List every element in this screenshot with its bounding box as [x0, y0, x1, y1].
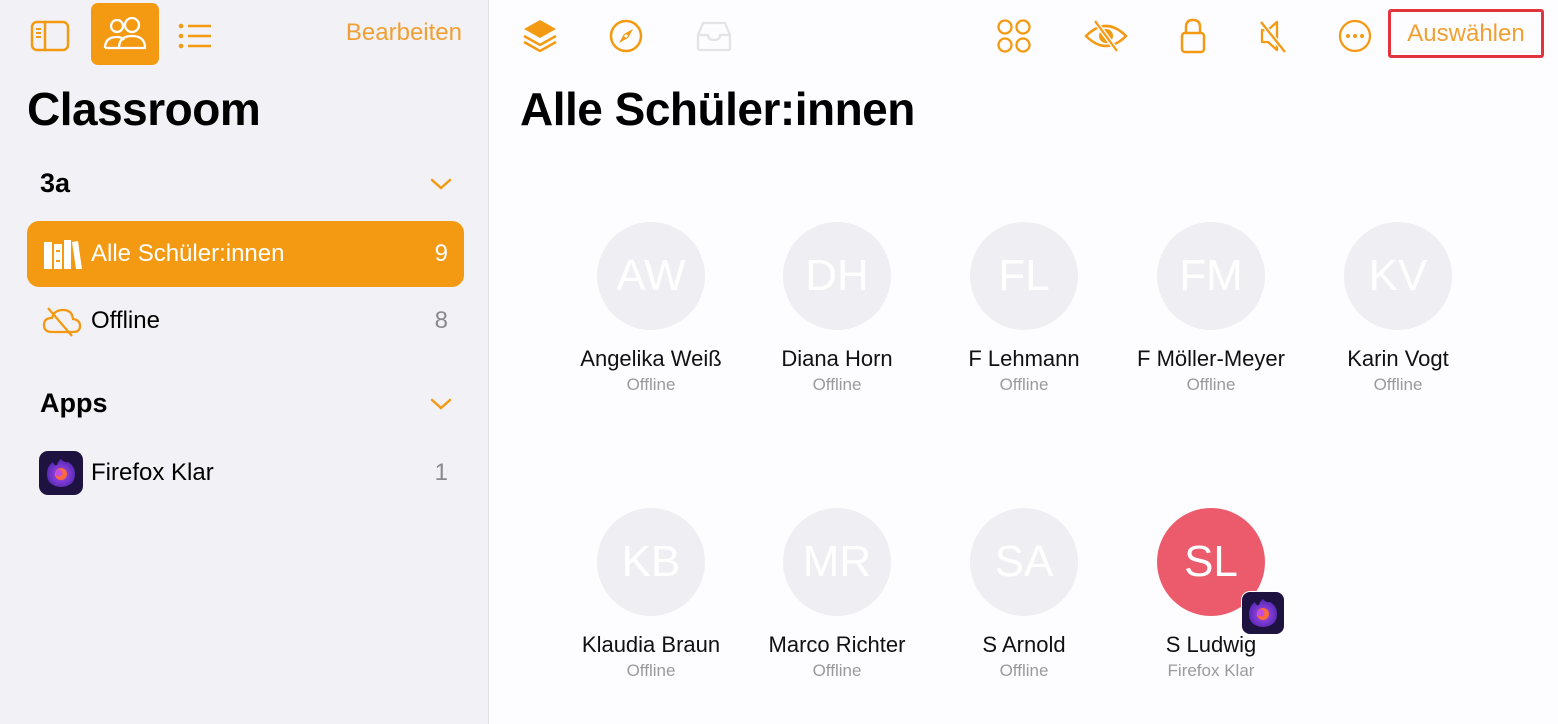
navigate-button[interactable] [518, 14, 562, 58]
section-label: 3a [40, 168, 71, 198]
chevron-down-icon [430, 397, 452, 411]
student-status: Offline [1373, 375, 1423, 394]
student-status: Firefox Klar [1167, 661, 1255, 680]
groups-button[interactable] [992, 14, 1036, 58]
tray-icon [694, 19, 734, 53]
student-name: Marco Richter [768, 632, 906, 657]
sidebar-item-offline[interactable]: Offline 8 [27, 288, 464, 354]
avatar: AW [597, 222, 705, 330]
mute-button[interactable] [1251, 14, 1295, 58]
student-tile[interactable]: KV Karin Vogt Offline [1305, 222, 1491, 395]
people-icon [102, 17, 148, 51]
student-status: Offline [999, 661, 1049, 680]
ellipsis-circle-icon [1337, 18, 1373, 54]
student-tile[interactable]: KB Klaudia Braun Offline [558, 508, 744, 681]
student-name: F Lehmann [968, 346, 1080, 371]
student-status: Offline [626, 661, 676, 680]
avatar: FM [1157, 222, 1265, 330]
eye-slash-icon [1083, 19, 1129, 53]
sidebar-toggle-button[interactable] [28, 16, 72, 56]
avatar: KB [597, 508, 705, 616]
sidebar-item-count: 8 [434, 307, 448, 334]
edit-button[interactable]: Bearbeiten [346, 19, 462, 47]
student-name: Diana Horn [781, 346, 893, 371]
avatar: SA [970, 508, 1078, 616]
books-icon [37, 238, 87, 270]
open-app-button[interactable] [604, 14, 648, 58]
student-name: Angelika Weiß [580, 346, 722, 371]
cloud-offline-icon [37, 305, 87, 337]
sidebar-item-count: 9 [434, 240, 448, 267]
avatar: KV [1344, 222, 1452, 330]
student-name: Klaudia Braun [581, 632, 721, 657]
firefox-klar-icon [39, 451, 83, 495]
main-content: Auswählen Alle Schüler:innen AW Angelika… [490, 0, 1558, 724]
student-status: Offline [1186, 375, 1236, 394]
avatar-initials: SL [1184, 537, 1238, 586]
lock-button[interactable] [1171, 14, 1215, 58]
sidebar-item-all-students[interactable]: Alle Schüler:innen 9 [27, 221, 464, 287]
avatar: DH [783, 222, 891, 330]
more-button[interactable] [1333, 14, 1377, 58]
avatar: FL [970, 222, 1078, 330]
speaker-slash-icon [1257, 18, 1289, 54]
sidebar: Bearbeiten Classroom 3a Alle Schüler:inn… [0, 0, 489, 724]
student-tile[interactable]: AW Angelika Weiß Offline [558, 222, 744, 395]
compass-icon [608, 18, 644, 54]
student-name: S Arnold [982, 632, 1066, 657]
sidebar-title: Classroom [27, 83, 261, 135]
hide-screens-button[interactable] [1082, 14, 1130, 58]
sidebar-item-label: Offline [91, 307, 160, 334]
student-status: Offline [812, 661, 862, 680]
sidebar-item-label: Firefox Klar [91, 459, 214, 486]
student-status: Offline [999, 375, 1049, 394]
student-tile[interactable]: MR Marco Richter Offline [744, 508, 930, 681]
sidebar-item-firefox-klar[interactable]: Firefox Klar 1 [27, 440, 464, 506]
chevron-down-icon [430, 177, 452, 191]
lock-icon [1179, 17, 1207, 55]
students-view-button[interactable] [91, 3, 159, 65]
list-view-button[interactable] [174, 16, 216, 56]
section-header-apps[interactable]: Apps [40, 388, 452, 419]
select-button[interactable]: Auswählen [1388, 9, 1544, 58]
student-name: S Ludwig [1165, 632, 1257, 657]
student-name: Karin Vogt [1347, 346, 1449, 371]
sidebar-item-label: Alle Schüler:innen [91, 240, 285, 267]
page-title: Alle Schüler:innen [520, 83, 915, 135]
student-tile[interactable]: SA S Arnold Offline [931, 508, 1117, 681]
student-tile[interactable]: DH Diana Horn Offline [744, 222, 930, 395]
inbox-button[interactable] [692, 14, 736, 58]
layers-icon [521, 17, 559, 55]
sidebar-toolbar: Bearbeiten [0, 0, 488, 70]
student-tile-active[interactable]: SL S Ludwig Firefox Klar [1118, 508, 1304, 681]
section-label: Apps [40, 388, 108, 418]
firefox-klar-icon [1241, 591, 1285, 635]
student-status: Offline [812, 375, 862, 394]
groups-icon [996, 18, 1032, 54]
section-header-3a[interactable]: 3a [40, 168, 452, 199]
avatar: SL [1157, 508, 1285, 635]
student-tile[interactable]: FM F Möller-Meyer Offline [1118, 222, 1304, 395]
avatar: MR [783, 508, 891, 616]
student-name: F Möller-Meyer [1137, 346, 1285, 371]
student-status: Offline [626, 375, 676, 394]
sidebar-item-count: 1 [434, 459, 448, 486]
student-tile[interactable]: FL F Lehmann Offline [931, 222, 1117, 395]
sidebar-icon [30, 20, 70, 52]
list-icon [177, 22, 213, 50]
